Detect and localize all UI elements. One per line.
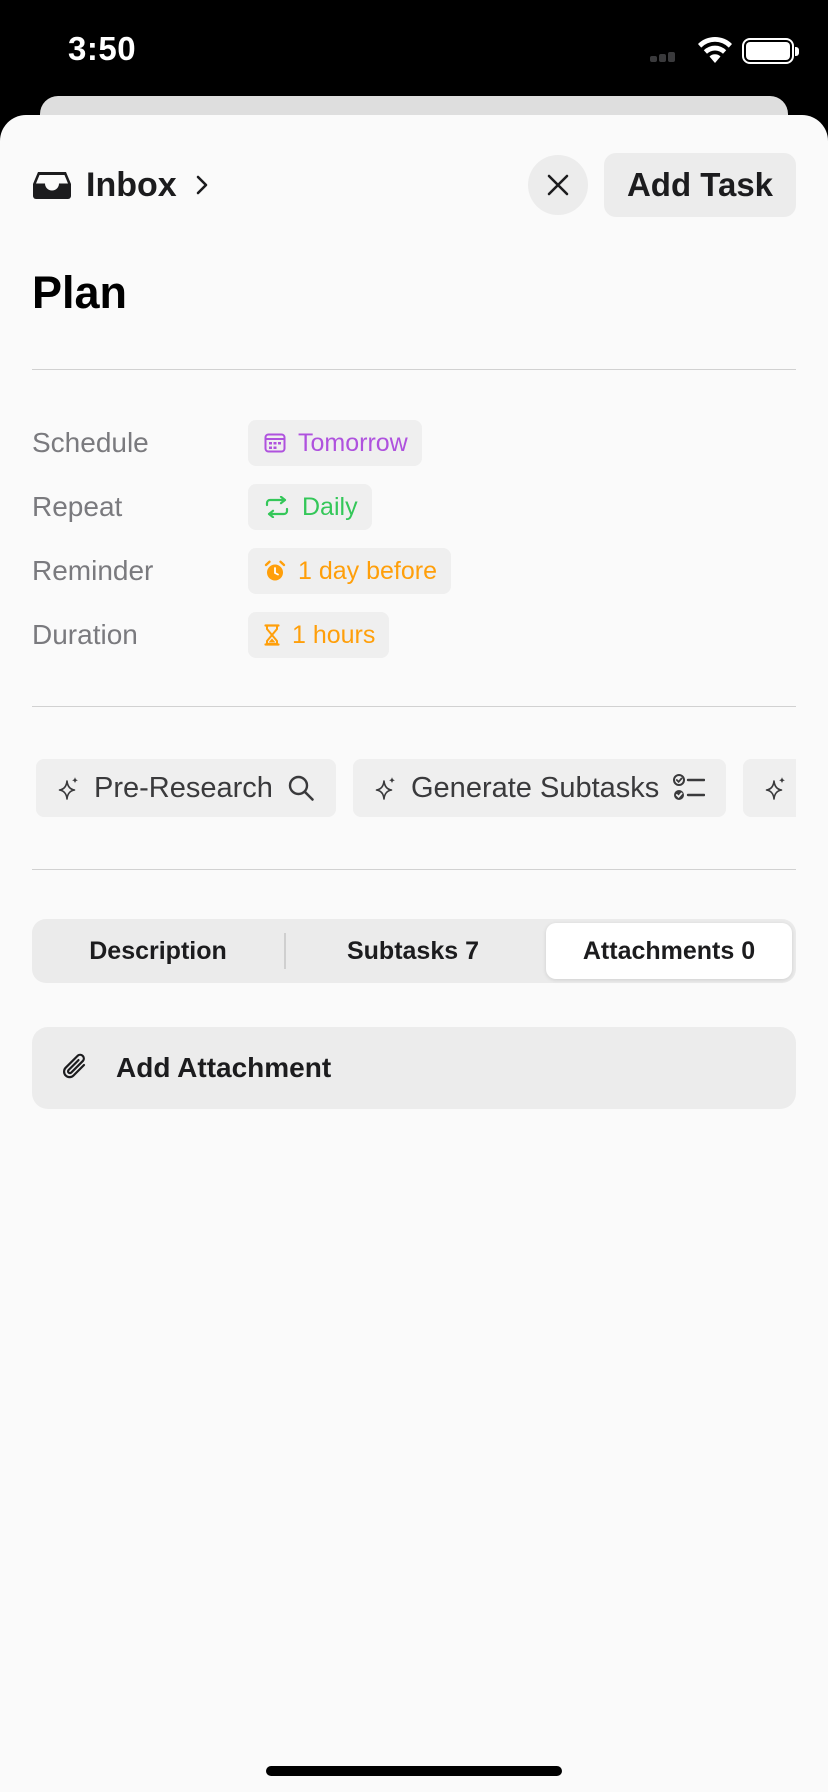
duration-chip[interactable]: 1 hours bbox=[248, 612, 390, 658]
sparkle-icon bbox=[765, 777, 785, 800]
hourglass-icon bbox=[264, 624, 280, 646]
repeat-icon bbox=[265, 496, 289, 518]
reminder-value: 1 day before bbox=[298, 556, 437, 585]
checklist-icon bbox=[673, 774, 706, 800]
tab-description[interactable]: Description bbox=[32, 923, 284, 979]
add-attachment-button[interactable]: Add Attachment bbox=[32, 1027, 796, 1109]
home-indicator[interactable] bbox=[266, 1766, 562, 1776]
magnifier-icon bbox=[288, 775, 314, 801]
close-icon bbox=[547, 174, 569, 196]
sheet-header: Inbox Add Task bbox=[32, 153, 796, 217]
sparkle-icon bbox=[375, 777, 395, 800]
tab-bar: Description Subtasks 7 Attachments 0 bbox=[32, 919, 796, 983]
ai-actions-row: Pre-Research Generate Subtasks bbox=[36, 759, 796, 817]
duration-value: 1 hours bbox=[292, 620, 376, 649]
property-row-schedule: Schedule Tomorrow bbox=[32, 420, 796, 466]
divider bbox=[32, 369, 796, 370]
divider bbox=[32, 706, 796, 707]
tab-subtasks[interactable]: Subtasks 7 bbox=[286, 923, 540, 979]
add-attachment-label: Add Attachment bbox=[116, 1052, 332, 1083]
task-sheet: Inbox Add Task Plan Schedule Tomorrow Re… bbox=[0, 115, 828, 1792]
task-title[interactable]: Plan bbox=[32, 267, 127, 319]
property-label: Duration bbox=[32, 619, 138, 650]
sparkle-icon bbox=[58, 777, 78, 800]
divider bbox=[32, 869, 796, 870]
property-label: Reminder bbox=[32, 555, 154, 586]
property-row-repeat: Repeat Daily bbox=[32, 484, 796, 530]
pre-research-label: Pre-Research bbox=[94, 771, 273, 804]
project-name: Inbox bbox=[86, 165, 177, 204]
property-row-duration: Duration 1 hours bbox=[32, 612, 796, 658]
repeat-chip[interactable]: Daily bbox=[248, 484, 372, 530]
generate-subtasks-label: Generate Subtasks bbox=[411, 771, 660, 804]
close-button[interactable] bbox=[528, 155, 588, 215]
property-row-reminder: Reminder 1 day before bbox=[32, 548, 796, 594]
project-selector[interactable]: Inbox bbox=[32, 153, 209, 217]
chevron-right-icon bbox=[196, 175, 207, 195]
pre-research-button[interactable]: Pre-Research bbox=[36, 759, 336, 817]
property-label: Schedule bbox=[32, 427, 149, 458]
reminder-chip[interactable]: 1 day before bbox=[248, 548, 451, 594]
schedule-value: Tomorrow bbox=[298, 428, 408, 457]
wifi-icon bbox=[698, 36, 732, 63]
add-task-button[interactable]: Add Task bbox=[604, 153, 796, 217]
alarm-clock-icon bbox=[264, 560, 286, 581]
schedule-chip[interactable]: Tomorrow bbox=[248, 420, 422, 466]
status-time: 3:50 bbox=[68, 30, 137, 67]
ai-action-button[interactable] bbox=[743, 759, 796, 817]
calendar-icon bbox=[264, 433, 286, 453]
generate-subtasks-button[interactable]: Generate Subtasks bbox=[353, 759, 726, 817]
cellular-signal-icon bbox=[650, 50, 680, 62]
status-bar: 3:50 bbox=[0, 0, 828, 100]
paperclip-icon bbox=[63, 1053, 86, 1079]
tab-attachments[interactable]: Attachments 0 bbox=[546, 923, 792, 979]
property-label: Repeat bbox=[32, 491, 123, 522]
inbox-tray-icon bbox=[33, 172, 71, 199]
repeat-value: Daily bbox=[302, 492, 358, 521]
battery-icon bbox=[742, 38, 799, 64]
